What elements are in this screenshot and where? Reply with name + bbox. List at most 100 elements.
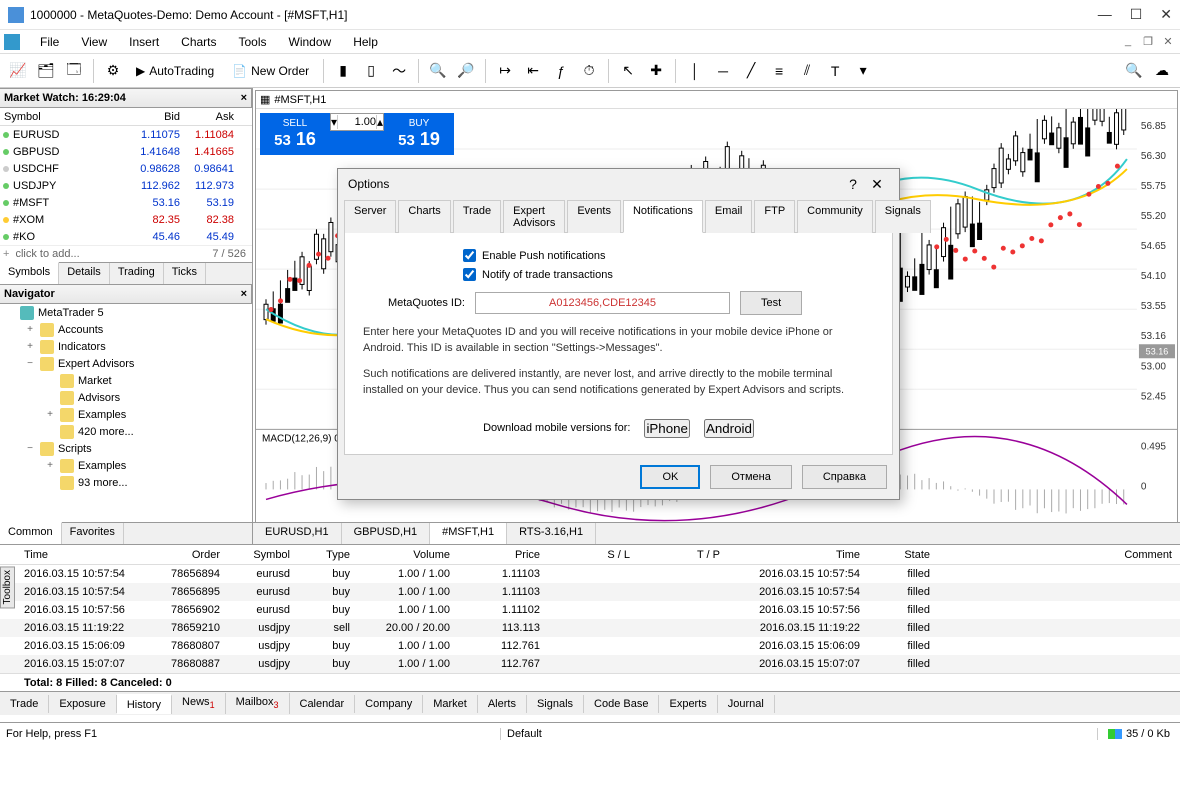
tree-item[interactable]: +Accounts — [0, 321, 252, 338]
profile-icon[interactable]: 🗂 — [34, 59, 58, 83]
tree-item[interactable]: Advisors — [0, 389, 252, 406]
line-chart-icon[interactable]: 〜 — [387, 59, 411, 83]
chart-shift-icon[interactable]: ⇤ — [521, 59, 545, 83]
metaquotes-id-input[interactable] — [475, 292, 730, 314]
chart-tab-rts[interactable]: RTS-3.16,H1 — [507, 523, 596, 544]
tree-item[interactable]: Market — [0, 372, 252, 389]
notify-trade-checkbox[interactable]: Notify of trade transactions — [463, 268, 613, 281]
tree-item[interactable]: −Expert Advisors — [0, 355, 252, 372]
qty-up-icon[interactable]: ▴ — [376, 115, 383, 129]
mdi-minimize-icon[interactable]: _ — [1120, 35, 1136, 48]
vline-icon[interactable]: │ — [683, 59, 707, 83]
menu-insert[interactable]: Insert — [119, 32, 169, 52]
dialog-close-icon[interactable]: ✕ — [865, 176, 889, 193]
tab-mailbox[interactable]: Mailbox3 — [226, 693, 290, 713]
tab-company[interactable]: Company — [355, 695, 423, 713]
options-icon[interactable]: ⚙ — [101, 59, 125, 83]
tab-signals[interactable]: Signals — [527, 695, 584, 713]
maximize-button[interactable]: ☐ — [1130, 6, 1143, 23]
zoom-in-icon[interactable]: 🔍 — [426, 59, 450, 83]
mdi-close-icon[interactable]: ✕ — [1160, 35, 1176, 48]
qty-down-icon[interactable]: ▾ — [331, 115, 338, 129]
tab-common[interactable]: Common — [0, 522, 62, 544]
objects-icon[interactable]: ▾ — [851, 59, 875, 83]
tab-trade[interactable]: Trade — [0, 695, 49, 713]
cancel-button[interactable]: Отмена — [710, 465, 791, 489]
dlgtab-server[interactable]: Server — [344, 200, 396, 233]
tab-alerts[interactable]: Alerts — [478, 695, 527, 713]
tab-history[interactable]: History — [117, 694, 172, 714]
tab-calendar[interactable]: Calendar — [290, 695, 356, 713]
history-row[interactable]: 2016.03.15 10:57:5678656902eurusdbuy1.00… — [0, 601, 1180, 619]
history-row[interactable]: 2016.03.15 11:19:2278659210usdjpysell20.… — [0, 619, 1180, 637]
new-order-button[interactable]: 📄 New Order — [225, 59, 316, 83]
tab-ticks[interactable]: Ticks — [164, 263, 206, 284]
dlgtab-ea[interactable]: Expert Advisors — [503, 200, 565, 233]
menu-view[interactable]: View — [71, 32, 117, 52]
candle-chart-icon[interactable]: ▯ — [359, 59, 383, 83]
qty-input[interactable] — [338, 116, 376, 128]
trendline-icon[interactable]: ╱ — [739, 59, 763, 83]
tab-exposure[interactable]: Exposure — [49, 695, 116, 713]
tab-experts[interactable]: Experts — [659, 695, 717, 713]
market-watch-row[interactable]: #XOM82.3582.38 — [0, 211, 252, 228]
tree-item[interactable]: −Scripts — [0, 440, 252, 457]
indicators-icon[interactable]: ƒ — [549, 59, 573, 83]
market-watch-row[interactable]: USDJPY112.962112.973 — [0, 177, 252, 194]
history-row[interactable]: 2016.03.15 15:06:0978680807usdjpybuy1.00… — [0, 637, 1180, 655]
menu-help[interactable]: Help — [343, 32, 388, 52]
tree-item[interactable]: 93 more... — [0, 474, 252, 491]
iphone-button[interactable]: iPhone — [644, 419, 690, 438]
menu-file[interactable]: File — [30, 32, 69, 52]
auto-scroll-icon[interactable]: ↦ — [493, 59, 517, 83]
mdi-restore-icon[interactable]: ❐ — [1140, 35, 1156, 48]
tab-favorites[interactable]: Favorites — [62, 523, 124, 544]
dlgtab-ftp[interactable]: FTP — [754, 200, 795, 233]
menu-window[interactable]: Window — [279, 32, 342, 52]
tree-root[interactable]: MetaTrader 5 — [0, 304, 252, 321]
market-watch-add-row[interactable]: + click to add... 7 / 526 — [0, 245, 252, 262]
chart-tab-eurusd[interactable]: EURUSD,H1 — [253, 523, 342, 544]
tab-news[interactable]: News1 — [172, 693, 226, 713]
history-row[interactable]: 2016.03.15 15:07:0778680887usdjpybuy1.00… — [0, 655, 1180, 673]
dialog-title-bar[interactable]: Options ? ✕ — [338, 169, 899, 199]
dlgtab-signals[interactable]: Signals — [875, 200, 931, 233]
chart-tab-msft[interactable]: #MSFT,H1 — [430, 523, 507, 544]
close-button[interactable]: ✕ — [1160, 6, 1172, 23]
app-menu-icon[interactable] — [4, 34, 20, 50]
dlgtab-trade[interactable]: Trade — [453, 200, 501, 233]
tab-codebase[interactable]: Code Base — [584, 695, 659, 713]
zoom-out-icon[interactable]: 🔎 — [454, 59, 478, 83]
equidistant-icon[interactable]: ⫽ — [795, 59, 819, 83]
navigator-close-icon[interactable]: × — [241, 288, 247, 300]
tab-journal[interactable]: Journal — [718, 695, 775, 713]
market-watch-row[interactable]: #KO45.4645.49 — [0, 228, 252, 245]
dlgtab-email[interactable]: Email — [705, 200, 753, 233]
toolbox-vertical-label[interactable]: Toolbox — [0, 566, 15, 608]
market-watch-row[interactable]: GBPUSD1.416481.41665 — [0, 143, 252, 160]
tab-symbols[interactable]: Symbols — [0, 262, 59, 284]
order-quantity[interactable]: ▾▴ — [330, 113, 384, 131]
market-watch-icon[interactable]: 🗔 — [62, 59, 86, 83]
fibo-icon[interactable]: ≡ — [767, 59, 791, 83]
crosshair-icon[interactable]: ✚ — [644, 59, 668, 83]
dialog-help-icon[interactable]: ? — [841, 176, 865, 192]
hline-icon[interactable]: ─ — [711, 59, 735, 83]
tab-trading[interactable]: Trading — [110, 263, 164, 284]
periods-icon[interactable]: ⏱ — [577, 59, 601, 83]
enable-push-checkbox[interactable]: Enable Push notifications — [463, 249, 606, 262]
tree-item[interactable]: +Indicators — [0, 338, 252, 355]
mql5-icon[interactable]: ☁ — [1150, 59, 1174, 83]
dlgtab-events[interactable]: Events — [567, 200, 621, 233]
menu-charts[interactable]: Charts — [171, 32, 226, 52]
tab-market[interactable]: Market — [423, 695, 478, 713]
dlgtab-charts[interactable]: Charts — [398, 200, 450, 233]
text-icon[interactable]: T — [823, 59, 847, 83]
test-button[interactable]: Test — [740, 291, 802, 315]
search-icon[interactable]: 🔍 — [1122, 59, 1146, 83]
market-watch-row[interactable]: USDCHF0.986280.98641 — [0, 160, 252, 177]
market-watch-close-icon[interactable]: × — [241, 92, 247, 104]
history-row[interactable]: 2016.03.15 10:57:5478656894eurusdbuy1.00… — [0, 565, 1180, 583]
bar-chart-icon[interactable]: ▮ — [331, 59, 355, 83]
autotrading-button[interactable]: ▶ AutoTrading — [129, 59, 221, 83]
